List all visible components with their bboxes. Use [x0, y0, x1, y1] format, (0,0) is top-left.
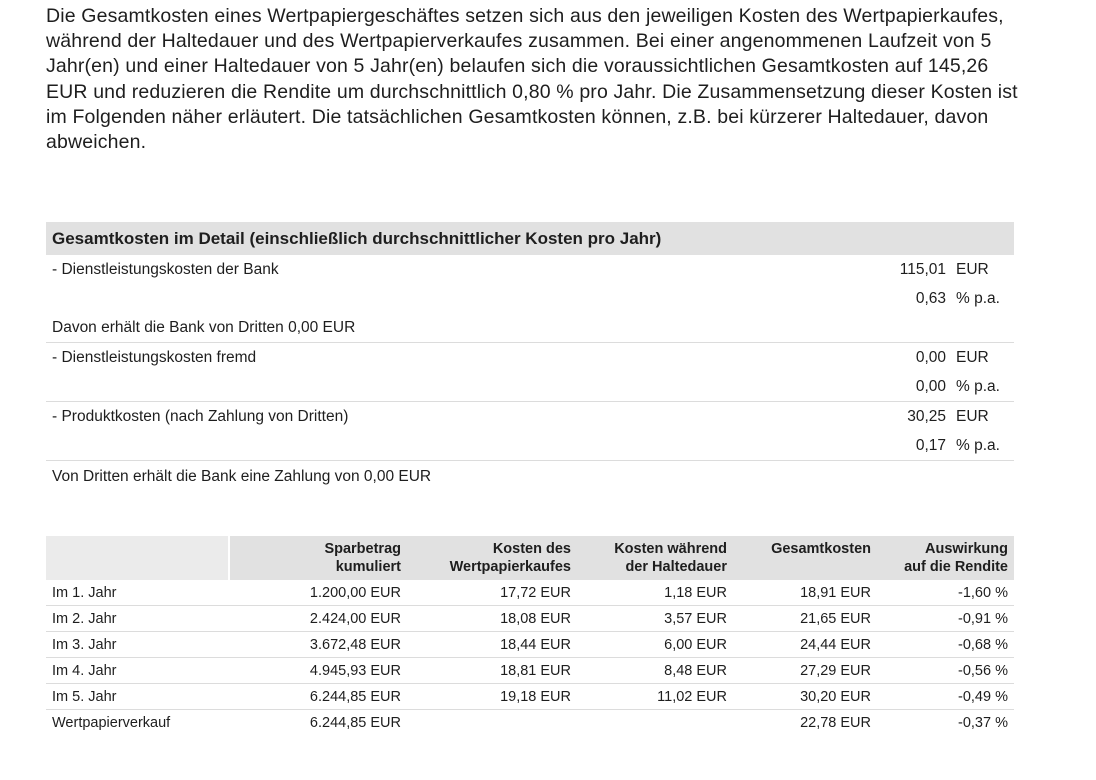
- cell-rendite: -0,49 %: [877, 683, 1014, 710]
- bank-cost-label: - Dienstleistungskosten der Bank: [52, 260, 279, 278]
- foreign-cost-rate: 0,00: [836, 372, 956, 402]
- bank-note-row: Davon erhält die Bank von Dritten 0,00 E…: [46, 313, 1014, 343]
- table-row: Wertpapierverkauf 6.244,85 EUR 22,78 EUR…: [46, 710, 1014, 736]
- table-row: Im 5. Jahr 6.244,85 EUR 19,18 EUR 11,02 …: [46, 683, 1014, 710]
- cell-rendite: -0,91 %: [877, 605, 1014, 632]
- intro-paragraph: Die Gesamtkosten eines Wertpapiergeschäf…: [46, 5, 1018, 154]
- row-label: Im 3. Jahr: [46, 631, 229, 658]
- cell-rendite: -0,56 %: [877, 657, 1014, 684]
- header-rendite: Auswirkung auf die Rendite: [877, 536, 1014, 580]
- cell-rendite: -0,37 %: [958, 714, 1008, 731]
- yearly-header-empty: [46, 536, 230, 580]
- cell-gesamtkosten: 27,29 EUR: [733, 657, 877, 684]
- cell-sparbetrag: 4.945,93 EUR: [229, 657, 407, 684]
- header-sparbetrag: Sparbetrag kumuliert: [229, 536, 407, 580]
- row-label: Im 4. Jahr: [46, 657, 229, 684]
- table-row: Im 4. Jahr 4.945,93 EUR 18,81 EUR 8,48 E…: [46, 657, 1014, 684]
- header-gesamtkosten: Gesamtkosten: [733, 536, 877, 580]
- bank-cost-rate-unit: % p.a.: [956, 289, 1000, 307]
- cell-haltekosten: 1,18 EUR: [577, 580, 733, 606]
- cell-sparbetrag: 6.244,85 EUR: [309, 714, 401, 731]
- row-label: Im 1. Jahr: [46, 580, 229, 606]
- foreign-cost-amount: 0,00: [915, 348, 946, 366]
- cell-haltekosten: [577, 710, 733, 736]
- yearly-cost-table: Sparbetrag kumuliert Kosten des Wertpapier…: [46, 536, 1014, 735]
- cell-kaufkosten: 18,44 EUR: [407, 631, 577, 658]
- foreign-cost-amount-unit: EUR: [956, 348, 989, 366]
- cell-kaufkosten: 18,81 EUR: [407, 657, 577, 684]
- cell-sparbetrag: 2.424,00 EUR: [229, 605, 407, 632]
- cost-detail-title: Gesamtkosten im Detail (einschließlich d…: [46, 222, 1014, 255]
- cell-gesamtkosten: 21,65 EUR: [733, 605, 877, 632]
- cell-sparbetrag: 1.200,00 EUR: [229, 580, 407, 606]
- cell-kaufkosten: 19,18 EUR: [407, 683, 577, 710]
- cell-gesamtkosten: 30,20 EUR: [733, 683, 877, 710]
- cell-haltekosten: 11,02 EUR: [577, 683, 733, 710]
- cell-rendite: -1,60 %: [877, 580, 1014, 606]
- bank-cost-amount: 115,01: [899, 260, 946, 278]
- cell-sparbetrag: 6.244,85 EUR: [229, 683, 407, 710]
- cell-haltekosten: 6,00 EUR: [577, 631, 733, 658]
- product-cost-rate-row: 0,17 % p.a.: [46, 431, 1014, 461]
- product-cost-rate: 0,17: [836, 431, 956, 461]
- product-cost-amount: 30,25: [907, 407, 946, 425]
- cell-gesamtkosten: 18,91 EUR: [733, 580, 877, 606]
- row-label: Im 2. Jahr: [46, 605, 229, 632]
- row-label: Wertpapierverkauf: [52, 714, 171, 731]
- foreign-cost-row: - Dienstleistungskosten fremd 0,00 EUR: [46, 343, 1014, 373]
- product-cost-label: - Produktkosten (nach Zahlung von Dritte…: [52, 407, 349, 425]
- product-cost-amount-unit: EUR: [956, 407, 989, 425]
- cell-gesamtkosten: 22,78 EUR: [800, 714, 871, 731]
- cell-haltekosten: 8,48 EUR: [577, 657, 733, 684]
- third-party-note-row: Von Dritten erhält die Bank eine Zahlung…: [46, 461, 1014, 494]
- cell-haltekosten: 3,57 EUR: [577, 605, 733, 632]
- table-row: Im 3. Jahr 3.672,48 EUR 18,44 EUR 6,00 E…: [46, 631, 1014, 658]
- foreign-cost-rate-row: 0,00 % p.a.: [46, 372, 1014, 402]
- product-cost-row: - Produktkosten (nach Zahlung von Dritte…: [46, 402, 1014, 432]
- bank-cost-rate-row: 0,63 % p.a.: [46, 284, 1014, 313]
- table-row: Im 2. Jahr 2.424,00 EUR 18,08 EUR 3,57 E…: [46, 605, 1014, 632]
- cost-detail-table: Gesamtkosten im Detail (einschließlich d…: [46, 222, 1014, 493]
- row-label: Im 5. Jahr: [46, 683, 229, 710]
- cell-rendite: -0,68 %: [877, 631, 1014, 658]
- yearly-header-row: Sparbetrag kumuliert Kosten des Wertpapier…: [46, 536, 1014, 580]
- cell-kaufkosten: 18,08 EUR: [407, 605, 577, 632]
- cost-detail-header: Gesamtkosten im Detail (einschließlich d…: [46, 222, 1014, 255]
- bank-cost-row: - Dienstleistungskosten der Bank 115,01 …: [46, 255, 1014, 284]
- bank-note: Davon erhält die Bank von Dritten 0,00 E…: [46, 313, 1014, 343]
- header-kaufkosten: Kosten des Wertpapierkaufes: [407, 536, 577, 580]
- cell-sparbetrag: 3.672,48 EUR: [229, 631, 407, 658]
- table-row: Im 1. Jahr 1.200,00 EUR 17,72 EUR 1,18 E…: [46, 580, 1014, 606]
- foreign-cost-rate-unit: % p.a.: [956, 372, 1014, 402]
- cell-gesamtkosten: 24,44 EUR: [733, 631, 877, 658]
- cell-kaufkosten: 17,72 EUR: [407, 580, 577, 606]
- header-haltekosten: Kosten während der Haltedauer: [577, 536, 733, 580]
- third-party-note: Von Dritten erhält die Bank eine Zahlung…: [52, 468, 432, 485]
- foreign-cost-label: - Dienstleistungskosten fremd: [52, 348, 257, 366]
- product-cost-rate-unit: % p.a.: [956, 431, 1014, 461]
- cell-kaufkosten: [407, 710, 577, 736]
- bank-cost-amount-unit: EUR: [956, 260, 989, 278]
- bank-cost-rate: 0,63: [915, 289, 946, 307]
